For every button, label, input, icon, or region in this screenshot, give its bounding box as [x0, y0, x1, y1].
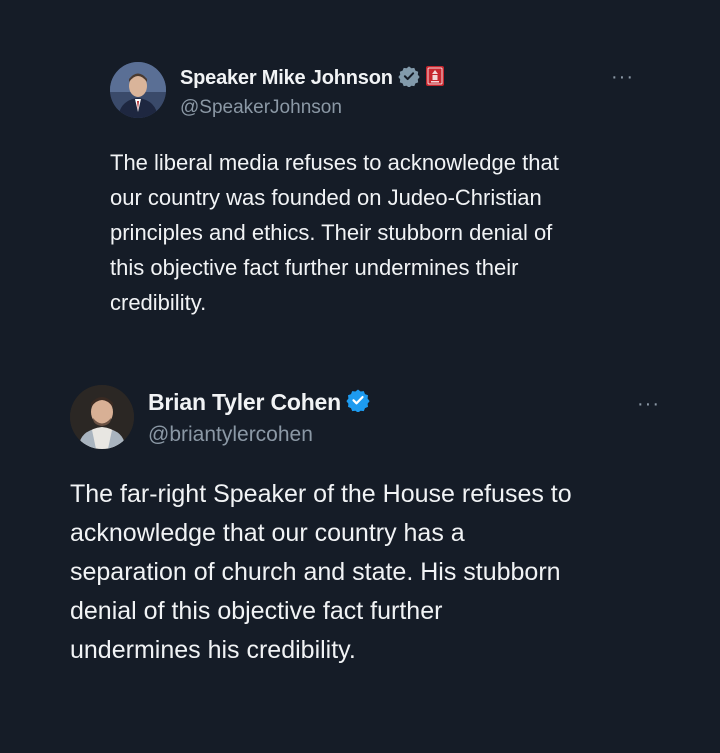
tweet-text: The far-right Speaker of the House refus…	[70, 480, 572, 664]
display-name[interactable]: Speaker Mike Johnson	[180, 67, 393, 90]
handle[interactable]: @briantylercohen	[148, 423, 370, 447]
avatar-portrait	[110, 62, 166, 118]
tweet-author: Speaker Mike Johnson @SpeakerJohnson	[180, 65, 445, 119]
tweet-author: Brian Tyler Cohen @briantylercohen	[148, 388, 370, 447]
tweet-header: Speaker Mike Johnson @SpeakerJohnson ···	[110, 62, 633, 119]
display-name-row: Brian Tyler Cohen	[148, 388, 370, 417]
avatar[interactable]	[110, 62, 166, 118]
display-name[interactable]: Brian Tyler Cohen	[148, 389, 341, 416]
display-name-row: Speaker Mike Johnson	[180, 65, 445, 92]
more-options-icon[interactable]: ···	[611, 67, 634, 87]
screenshot-canvas: Speaker Mike Johnson @SpeakerJohnson ···…	[0, 0, 720, 753]
more-options-icon[interactable]: ···	[637, 394, 660, 414]
tweet-speaker-johnson[interactable]: Speaker Mike Johnson @SpeakerJohnson ···…	[110, 62, 633, 320]
avatar-portrait	[70, 385, 134, 449]
handle[interactable]: @SpeakerJohnson	[180, 97, 445, 119]
avatar[interactable]	[70, 385, 134, 449]
tweet-header: Brian Tyler Cohen @briantylercohen ···	[70, 385, 670, 449]
tweet-text: The liberal media refuses to acknowledge…	[110, 150, 559, 315]
house-seal-icon	[425, 65, 445, 92]
gray-verified-icon	[398, 65, 420, 92]
blue-verified-icon	[346, 388, 370, 417]
tweet-brian-tyler-cohen[interactable]: Brian Tyler Cohen @briantylercohen ··· T…	[70, 385, 670, 670]
